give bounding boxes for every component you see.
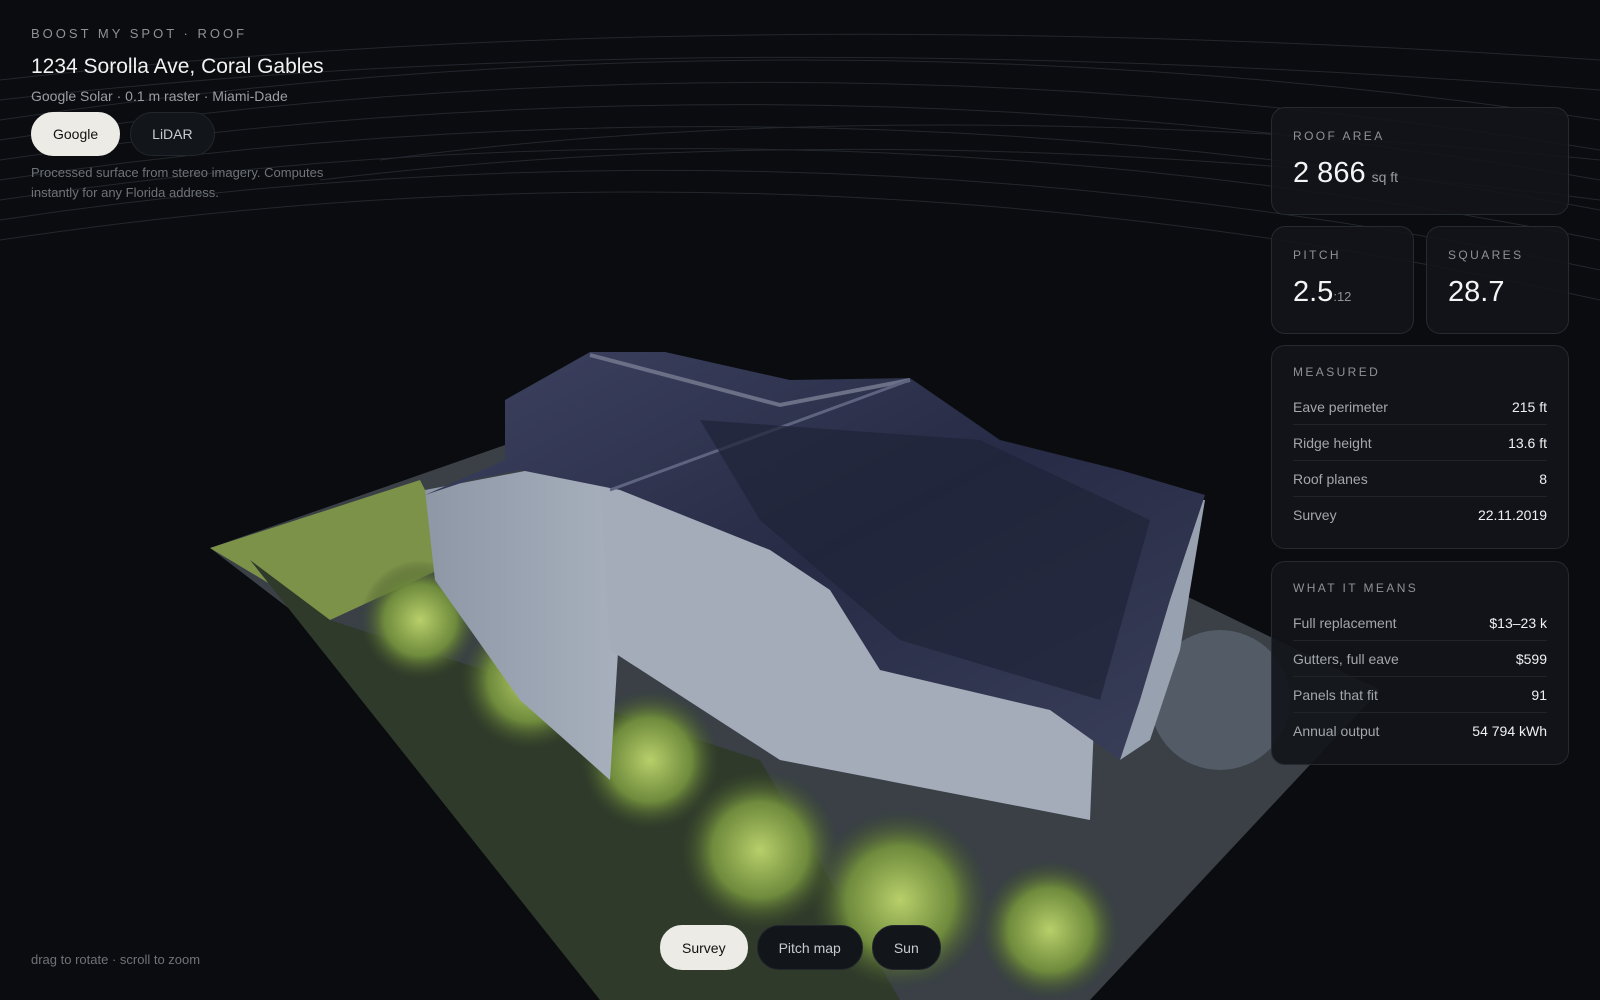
property-address: 1234 Sorolla Ave, Coral Gables — [31, 55, 324, 78]
property-header: BOOST MY SPOT · ROOF 1234 Sorolla Ave, C… — [31, 26, 371, 203]
estimate-row-full-replacement: Full replacement $13–23 k — [1293, 605, 1547, 641]
brand-label: BOOST MY SPOT · ROOF — [31, 26, 248, 41]
roof-area-value: 2 866 — [1293, 157, 1366, 189]
interaction-hint: drag to rotate · scroll to zoom — [31, 952, 201, 967]
tab-pitch-map[interactable]: Pitch map — [756, 925, 863, 970]
what-it-means-label: WHAT IT MEANS — [1293, 581, 1419, 595]
measured-row-roof-planes: Roof planes 8 — [1293, 461, 1547, 497]
estimate-row-annual-output: Annual output 54 794 kWh — [1293, 722, 1547, 739]
pitch-label: PITCH — [1293, 248, 1341, 262]
roof-area-card: ROOF AREA 2 866 sq ft — [1271, 107, 1569, 215]
source-toggle: Google LiDAR — [31, 112, 371, 156]
view-mode-tabs: Survey Pitch map Sun — [660, 925, 941, 970]
estimate-row-panels: Panels that fit 91 — [1293, 677, 1547, 713]
source-google-button[interactable]: Google — [31, 112, 121, 156]
measured-card: MEASURED Eave perimeter 215 ft Ridge hei… — [1271, 345, 1569, 549]
measured-label: MEASURED — [1293, 365, 1381, 379]
squares-card: SQUARES 28.7 — [1426, 226, 1569, 334]
tab-survey[interactable]: Survey — [660, 925, 748, 970]
what-it-means-card: WHAT IT MEANS Full replacement $13–23 k … — [1271, 561, 1569, 765]
pitch-card: PITCH 2.5:12 — [1271, 226, 1414, 334]
roof-area-unit: sq ft — [1371, 169, 1399, 185]
roof-area-label: ROOF AREA — [1293, 129, 1385, 143]
squares-label: SQUARES — [1448, 248, 1524, 262]
measured-row-survey: Survey 22.11.2019 — [1293, 506, 1547, 523]
data-source-meta: Google Solar · 0.1 m raster · Miami-Dade — [31, 88, 288, 104]
source-description: Processed surface from stereo imagery. C… — [31, 165, 324, 200]
measured-row-ridge-height: Ridge height 13.6 ft — [1293, 425, 1547, 461]
estimate-row-gutters: Gutters, full eave $599 — [1293, 641, 1547, 677]
pitch-unit: :12 — [1333, 289, 1352, 304]
measured-row-eave-perimeter: Eave perimeter 215 ft — [1293, 389, 1547, 425]
tab-sun[interactable]: Sun — [871, 925, 941, 970]
pitch-value: 2.5 — [1293, 276, 1334, 308]
source-lidar-button[interactable]: LiDAR — [130, 112, 215, 156]
squares-value: 28.7 — [1448, 276, 1505, 308]
